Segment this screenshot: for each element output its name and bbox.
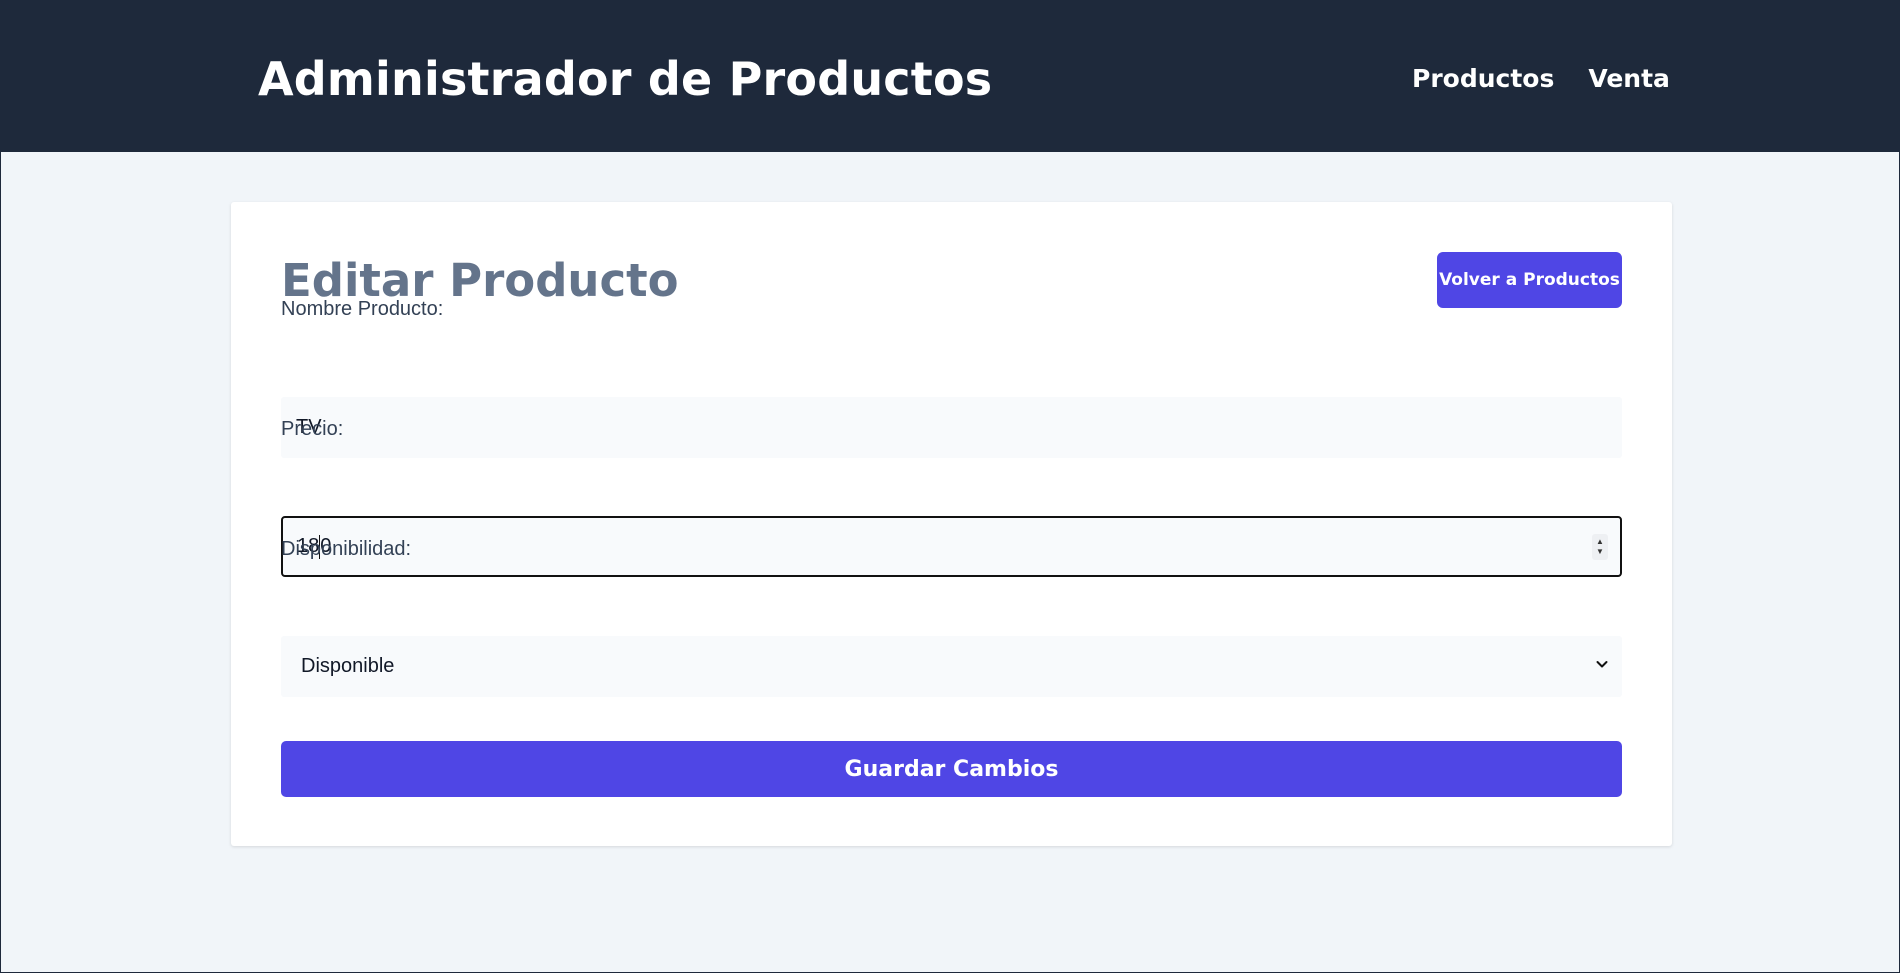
availability-label: Disponibilidad: — [281, 538, 412, 560]
number-spinner-icon[interactable]: ▲ ▼ — [1592, 534, 1608, 560]
app-title: Administrador de Productos — [258, 52, 993, 106]
chevron-down-icon — [1596, 661, 1608, 668]
price-label: Precio: — [281, 418, 344, 440]
nav-link-productos[interactable]: Productos — [1412, 64, 1554, 93]
main-nav: Productos Venta — [1412, 64, 1670, 93]
price-input[interactable]: 18 0 ▲ ▼ — [281, 516, 1622, 577]
availability-select[interactable]: Disponible — [281, 636, 1622, 697]
product-name-input[interactable]: TV — [281, 397, 1622, 458]
nav-link-venta[interactable]: Venta — [1588, 64, 1670, 93]
spinner-up-icon[interactable]: ▲ — [1596, 537, 1604, 547]
back-to-products-button[interactable]: Volver a Productos — [1437, 252, 1622, 308]
spinner-down-icon[interactable]: ▼ — [1596, 547, 1604, 557]
product-name-label: Nombre Producto: — [281, 298, 444, 320]
edit-product-card: Editar Producto Volver a Productos Nombr… — [231, 202, 1672, 846]
save-changes-button[interactable]: Guardar Cambios — [281, 741, 1622, 797]
app-header: Administrador de Productos Productos Ven… — [0, 0, 1900, 152]
availability-selected-value: Disponible — [301, 655, 395, 677]
